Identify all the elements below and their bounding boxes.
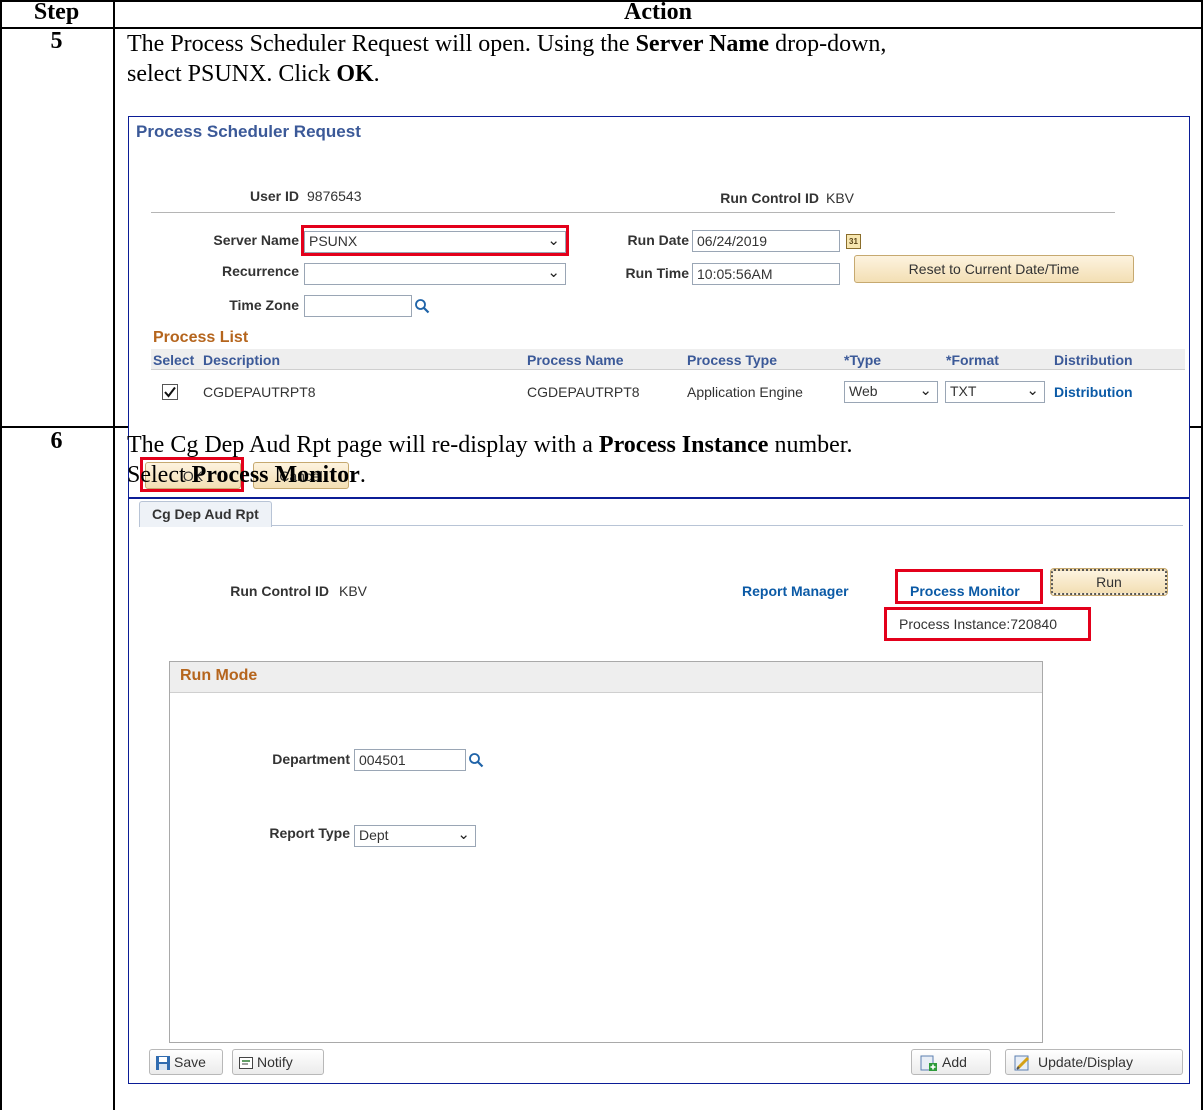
run-mode-title: Run Mode	[180, 667, 258, 684]
step5-bold-ok: OK	[336, 61, 374, 87]
add-button[interactable]: Add	[911, 1049, 991, 1075]
step6-text: .	[359, 462, 366, 488]
step6-bold-process-instance: Process Instance	[598, 432, 769, 458]
format-select[interactable]: TXT ⌄	[945, 381, 1045, 403]
search-icon[interactable]	[468, 752, 484, 768]
column-distribution: Distribution	[1054, 352, 1133, 368]
chevron-down-icon: ⌄	[457, 826, 470, 843]
time-zone-label: Time Zone	[229, 297, 299, 313]
add-label: Add	[942, 1054, 967, 1070]
run-time-input[interactable]: 10:05:56AM	[692, 263, 840, 285]
save-button[interactable]: Save	[149, 1049, 223, 1075]
report-type-select[interactable]: Dept ⌄	[354, 825, 476, 847]
column-format: *Format	[946, 352, 999, 368]
step5-text: The Process Scheduler Request will open.…	[127, 31, 636, 57]
run-button[interactable]: Run	[1050, 568, 1168, 596]
row-process-name: CGDEPAUTRPT8	[527, 384, 640, 400]
checkmark-icon	[164, 386, 176, 398]
time-zone-input[interactable]	[304, 295, 412, 317]
run-mode-header	[170, 662, 1042, 693]
update-display-icon	[1014, 1055, 1030, 1071]
run-control-label: Run Control ID	[230, 583, 329, 599]
tab-cg-dep-aud-rpt[interactable]: Cg Dep Aud Rpt	[139, 501, 272, 527]
row-description: CGDEPAUTRPT8	[203, 384, 316, 400]
chevron-down-icon: ⌄	[919, 382, 932, 399]
chevron-down-icon: ⌄	[547, 264, 560, 281]
process-list-title: Process List	[153, 329, 249, 346]
server-name-label: Server Name	[213, 232, 299, 248]
distribution-link[interactable]: Distribution	[1054, 384, 1133, 400]
update-display-label: Update/Display	[1038, 1054, 1133, 1070]
calendar-icon[interactable]: 31	[846, 234, 861, 249]
step5-text: select PSUNX. Click	[127, 61, 337, 87]
cg-dep-aud-rpt-screenshot: Cg Dep Aud Rpt Run Control ID KBV Report…	[128, 498, 1190, 1084]
column-select: Select	[153, 352, 195, 368]
run-mode-group: Run Mode Department 004501 Report Type D…	[169, 661, 1043, 1043]
process-list-header	[151, 349, 1185, 370]
search-icon[interactable]	[414, 298, 430, 314]
step-number-5: 5	[50, 28, 63, 54]
save-label: Save	[174, 1054, 206, 1070]
type-value: Web	[849, 383, 878, 399]
notify-button[interactable]: Notify	[232, 1049, 324, 1075]
user-id-label: User ID	[249, 188, 299, 204]
column-type: *Type	[844, 352, 882, 368]
user-id-value: 9876543	[307, 188, 362, 204]
run-control-value: KBV	[826, 190, 855, 206]
row-process-type: Application Engine	[687, 384, 803, 400]
recurrence-select[interactable]: ⌄	[304, 263, 566, 285]
step5-text: .	[373, 61, 380, 87]
step6-instruction: The Cg Dep Aud Rpt page will re-display …	[127, 430, 1197, 490]
recurrence-label: Recurrence	[221, 263, 299, 279]
department-input[interactable]: 004501	[354, 749, 466, 771]
report-type-value: Dept	[359, 827, 389, 843]
step5-text: drop-down,	[769, 31, 887, 57]
run-date-input[interactable]: 06/24/2019	[692, 230, 840, 252]
run-control-value: KBV	[339, 583, 368, 599]
report-type-label: Report Type	[269, 825, 350, 841]
step6-text: Select	[127, 462, 192, 488]
step5-instruction: The Process Scheduler Request will open.…	[127, 29, 1197, 89]
update-display-button[interactable]: Update/Display	[1005, 1049, 1183, 1075]
type-select[interactable]: Web ⌄	[844, 381, 938, 403]
notify-label: Notify	[257, 1054, 293, 1070]
step5-bold-server-name: Server Name	[635, 31, 770, 57]
select-checkbox[interactable]	[162, 384, 178, 400]
column-description: Description	[203, 352, 281, 368]
notify-icon	[239, 1057, 253, 1070]
run-date-label: Run Date	[627, 232, 689, 248]
column-process-type: Process Type	[687, 352, 778, 368]
highlight-server-name	[301, 225, 569, 256]
step6-text: number.	[768, 432, 853, 458]
page-title: Process Scheduler Request	[136, 122, 361, 141]
save-icon	[156, 1056, 170, 1071]
step-number-6: 6	[50, 428, 63, 454]
department-label: Department	[272, 751, 350, 767]
step6-bold-process-monitor: Process Monitor	[191, 462, 360, 488]
report-manager-link[interactable]: Report Manager	[742, 583, 849, 599]
header-step: Step	[33, 0, 80, 25]
tab-strip-line	[139, 525, 1183, 526]
run-control-label: Run Control ID	[720, 190, 819, 206]
highlight-process-monitor	[895, 569, 1043, 604]
highlight-process-instance	[884, 607, 1091, 641]
add-icon	[920, 1055, 937, 1072]
divider	[151, 212, 1115, 213]
reset-date-time-button[interactable]: Reset to Current Date/Time	[854, 255, 1134, 283]
run-time-label: Run Time	[625, 265, 689, 281]
header-action: Action	[624, 0, 692, 25]
chevron-down-icon: ⌄	[1026, 382, 1039, 399]
format-value: TXT	[950, 383, 977, 399]
step6-text: The Cg Dep Aud Rpt page will re-display …	[127, 432, 599, 458]
column-process-name: Process Name	[527, 352, 624, 368]
